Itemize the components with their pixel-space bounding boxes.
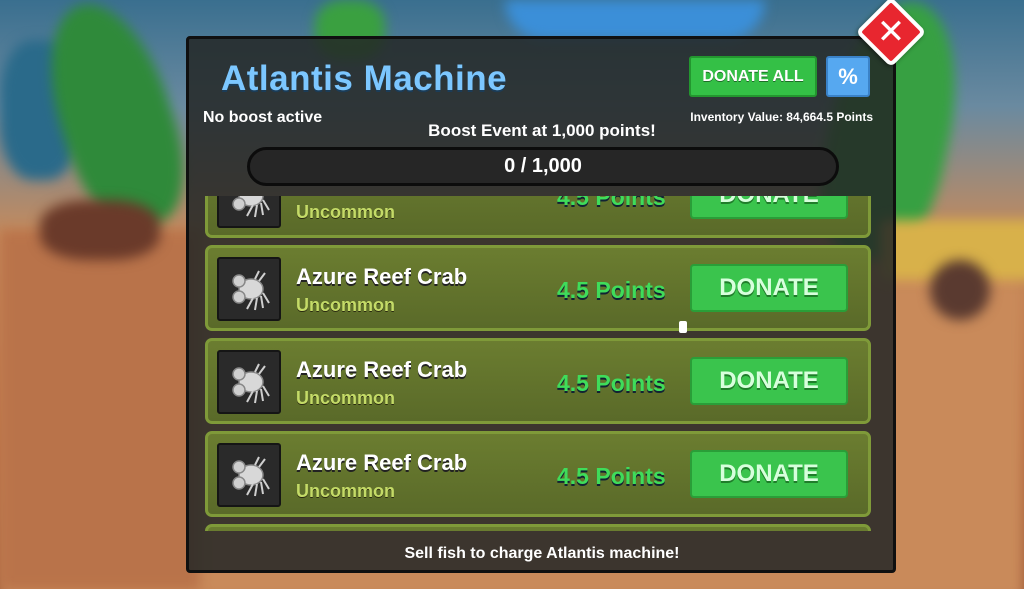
panel-title: Atlantis Machine	[221, 59, 508, 98]
footer-hint: Sell fish to charge Atlantis machine!	[404, 545, 680, 562]
crab-icon	[217, 196, 281, 228]
list-item: Azure Reef Crab Uncommon 4.5 Points DONA…	[205, 431, 871, 517]
boost-progress-bar: 0 / 1,000	[247, 147, 839, 186]
donate-button[interactable]: DONATE	[690, 264, 848, 312]
donate-button[interactable]: DONATE	[690, 357, 848, 405]
item-rarity: Uncommon	[296, 388, 395, 408]
crab-icon	[217, 350, 281, 414]
boost-event-label: Boost Event at 1,000 points!	[428, 121, 656, 140]
item-rarity: Uncommon	[296, 202, 395, 222]
item-name: Azure Reef Crab	[296, 357, 468, 382]
list-item: Azure Reef Crab Uncommon 4.5 Points DONA…	[205, 196, 871, 238]
background-arch	[505, 0, 765, 40]
item-rarity: Uncommon	[296, 481, 395, 501]
progress-text: 0 / 1,000	[504, 155, 582, 177]
list-item: Azure Reef Crab Uncommon 4.5 Points DONA…	[205, 245, 871, 331]
donation-list-content: Azure Reef Crab Uncommon 4.5 Points DONA…	[205, 196, 873, 531]
item-name: Azure Reef Crab	[296, 264, 468, 289]
background-rock	[40, 200, 160, 260]
mouse-cursor	[679, 321, 687, 333]
list-item: Azure Reef Crab Uncommon 4.5 Points DONA…	[205, 338, 871, 424]
donate-button[interactable]: DONATE	[690, 196, 848, 219]
crab-icon	[217, 257, 281, 321]
background-ground	[0, 230, 200, 589]
item-points: 4.5 Points	[557, 277, 666, 303]
list-item	[205, 524, 871, 531]
donate-all-button[interactable]: DONATE ALL	[689, 56, 817, 97]
atlantis-machine-panel: Atlantis Machine DONATE ALL % No boost a…	[186, 36, 896, 573]
item-points: 4.5 Points	[557, 463, 666, 489]
crab-icon	[217, 443, 281, 507]
item-points: 4.5 Points	[557, 196, 666, 210]
item-name: Azure Reef Crab	[296, 196, 467, 197]
item-points: 4.5 Points	[557, 370, 666, 396]
donate-button[interactable]: DONATE	[690, 450, 848, 498]
background-pot	[930, 260, 990, 320]
percent-button[interactable]: %	[826, 56, 870, 97]
item-name: Azure Reef Crab	[296, 450, 468, 475]
item-rarity: Uncommon	[296, 295, 395, 315]
donation-list[interactable]: Azure Reef Crab Uncommon 4.5 Points DONA…	[205, 196, 873, 531]
